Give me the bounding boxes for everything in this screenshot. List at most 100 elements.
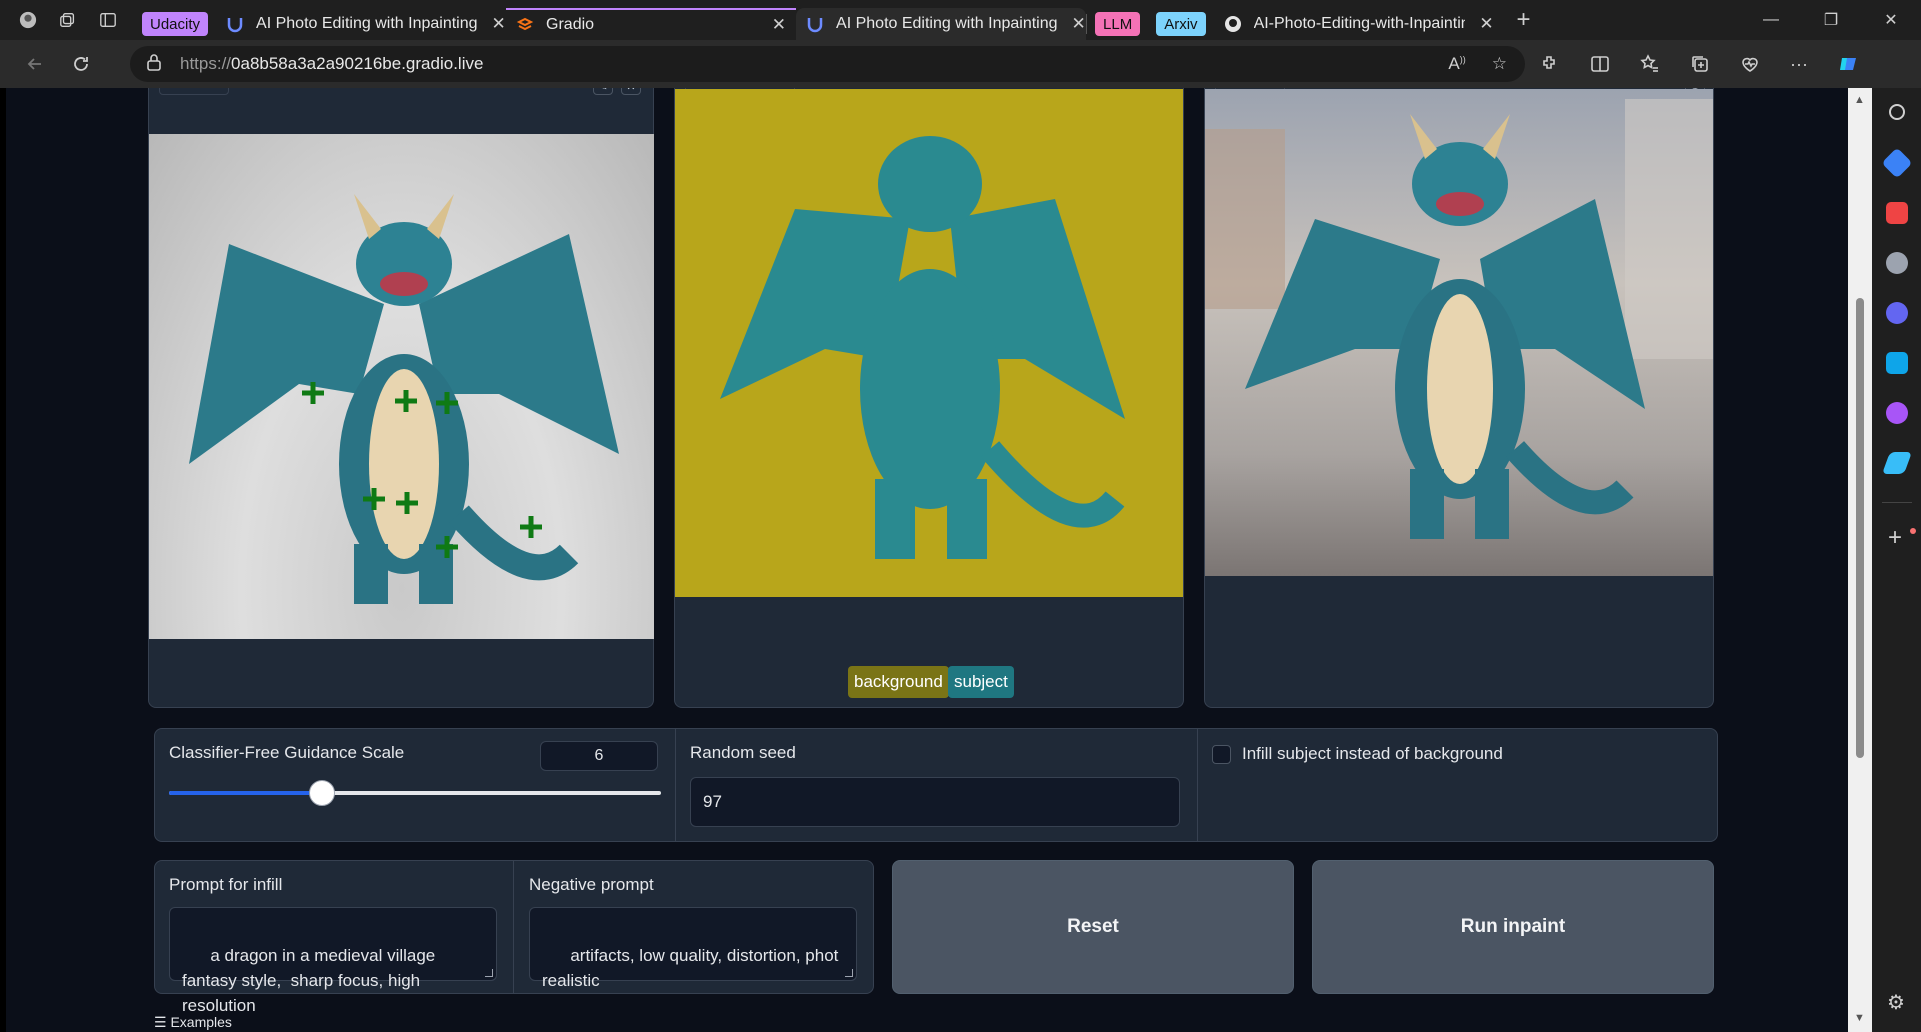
page-scrollbar[interactable]: ▲ ▼ [1848,88,1872,1032]
browser-essentials-icon[interactable] [1740,54,1760,74]
favorite-star-icon[interactable]: ☆ [1492,54,1507,74]
list-icon: ☰ [154,1014,171,1030]
tab-group-arxiv[interactable]: Arxiv [1156,12,1206,36]
github-icon [1224,15,1242,33]
infill-prompt-text: a dragon in a medieval village fantasy s… [182,946,440,1015]
tab-group-llm[interactable]: LLM [1095,12,1141,36]
legend-subject-tag: subject [948,666,1014,698]
controls-row: Classifier-Free Guidance Scale 6 Random … [154,728,1718,842]
input-image-label-chip [159,88,229,95]
refresh-icon[interactable] [58,40,104,88]
close-tab-icon[interactable]: ✕ [1465,14,1493,34]
tab-title: Gradio [546,16,595,33]
copilot-icon[interactable] [1838,54,1858,74]
notification-dot [1910,528,1916,534]
gradio-logo-icon [516,16,534,34]
infill-subject-control: Infill subject instead of background [1197,729,1717,841]
negative-prompt-label: Negative prompt [529,875,654,894]
tab-ai-photo-editing-2[interactable]: AI Photo Editing with Inpainting ✕ [796,8,1087,40]
output-image-panel: ⤓ [1204,88,1714,708]
tab-title: AI Photo Editing with Inpainting [836,15,1058,32]
u-logo-icon [806,15,824,33]
tab-separator [1086,14,1088,34]
mask-subject-shape [720,136,1125,559]
examples-accordion[interactable]: ☰ Examples [154,1014,232,1031]
prompts-divider [513,861,514,993]
dragon-village-illustration [1205,99,1713,539]
split-screen-icon[interactable] [1590,54,1610,74]
reset-button[interactable]: Reset [892,860,1294,994]
extensions-icon[interactable] [1540,54,1560,74]
vertical-tabs-icon[interactable] [88,0,128,40]
outlook-icon[interactable] [1886,352,1908,374]
lock-icon[interactable] [146,53,164,76]
address-bar-row: https:// 0a8b58a3a2a90216be.gradio.live … [0,40,1921,88]
new-tab-icon[interactable]: + [1504,0,1544,40]
read-aloud-icon[interactable]: A)) [1448,54,1465,74]
clear-image-icon[interactable]: ✕ [621,88,641,95]
guidance-scale-slider-fill [169,791,322,795]
input-image[interactable] [149,134,654,639]
shopping-tag-icon[interactable] [1881,147,1913,179]
copilot-app-icon[interactable] [1886,302,1908,324]
tab-github-repo[interactable]: AI-Photo-Editing-with-Inpainting ✕ [1214,8,1504,40]
infill-prompt-label: Prompt for infill [169,875,283,894]
random-seed-control: Random seed 97 [675,729,1197,841]
guidance-scale-slider-thumb[interactable] [308,780,335,806]
url-field[interactable]: https:// 0a8b58a3a2a90216be.gradio.live … [130,46,1525,82]
scroll-down-icon[interactable]: ▼ [1854,1012,1865,1024]
tab-gradio[interactable]: Gradio ✕ [506,8,797,40]
collections-icon[interactable] [1690,54,1710,74]
search-icon[interactable] [1889,104,1905,120]
close-tab-icon[interactable]: ✕ [478,14,506,34]
resize-handle-icon[interactable] [485,969,493,977]
more-options-icon[interactable]: ··· [1790,54,1808,75]
window-controls: — ❐ ✕ [1741,0,1921,40]
designer-icon[interactable] [1886,402,1908,424]
add-sidebar-app-icon[interactable]: + [1888,524,1902,552]
tab-ai-photo-editing-1[interactable]: AI Photo Editing with Inpainting ✕ [216,8,506,40]
telegram-icon[interactable] [1881,452,1913,474]
workspaces-icon[interactable] [48,0,88,40]
resize-handle-icon[interactable] [845,969,853,977]
scroll-up-icon[interactable]: ▲ [1854,94,1865,106]
guidance-scale-input[interactable]: 6 [540,741,658,771]
url-host: 0a8b58a3a2a90216be.gradio.live [231,54,484,73]
infill-subject-checkbox[interactable] [1212,745,1231,764]
scrollbar-thumb[interactable] [1856,298,1864,758]
minimize-icon[interactable]: — [1741,0,1801,40]
segmentation-panel [674,88,1184,708]
close-tab-icon[interactable]: ✕ [1058,14,1086,34]
gradio-app: ✎ ✕ [0,88,1848,1032]
examples-label: Examples [170,1014,232,1030]
tab-title: AI Photo Editing with Inpainting [256,15,478,32]
guidance-scale-label: Classifier-Free Guidance Scale [169,743,405,762]
back-icon[interactable] [12,40,58,88]
infill-subject-label[interactable]: Infill subject instead of background [1242,744,1503,764]
profile-avatar-icon[interactable] [8,0,48,40]
guidance-scale-control: Classifier-Free Guidance Scale 6 [155,729,675,841]
edge-sidebar: + ⚙ [1872,88,1921,1032]
run-inpaint-button[interactable]: Run inpaint [1312,860,1714,994]
negative-prompt-text: artifacts, low quality, distortion, phot… [542,946,844,990]
random-seed-label: Random seed [690,743,796,762]
favorites-icon[interactable] [1640,54,1660,74]
prompts-panel: Prompt for infill a dragon in a medieval… [154,860,874,1015]
tools-briefcase-icon[interactable] [1886,202,1908,224]
edit-icon[interactable]: ✎ [593,88,613,95]
negative-prompt-textarea[interactable]: artifacts, low quality, distortion, phot… [529,907,857,990]
close-window-icon[interactable]: ✕ [1861,0,1921,40]
input-image-panel[interactable]: ✎ ✕ [148,88,654,708]
infill-prompt-textarea[interactable]: a dragon in a medieval village fantasy s… [169,907,497,1015]
close-tab-icon[interactable]: ✕ [758,15,786,35]
dragon-illustration [189,194,619,604]
tab-group-udacity[interactable]: Udacity [142,12,209,36]
tab-title: AI-Photo-Editing-with-Inpainting [1253,15,1466,32]
random-seed-input[interactable]: 97 [690,777,1180,827]
restore-icon[interactable]: ❐ [1801,0,1861,40]
sidebar-settings-icon[interactable]: ⚙ [1887,990,1905,1015]
games-icon[interactable] [1886,252,1908,274]
browser-tab-bar: Udacity AI Photo Editing with Inpainting… [0,0,1921,40]
sidebar-divider [1882,502,1912,503]
output-image [1205,89,1713,576]
